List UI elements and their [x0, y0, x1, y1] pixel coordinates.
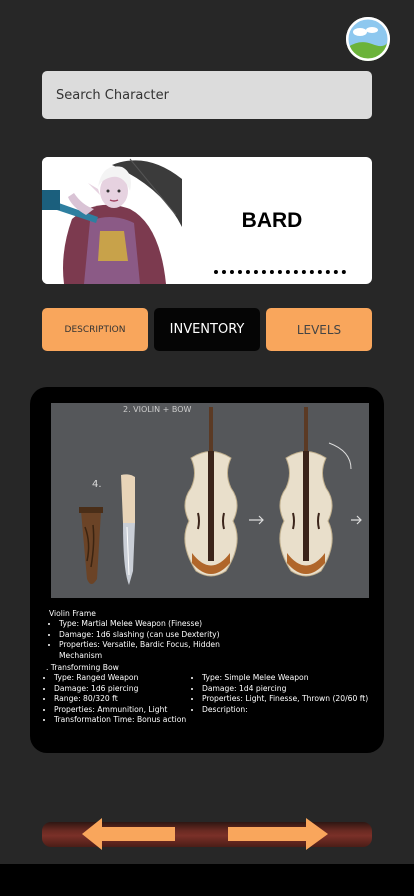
list-item: Damage: 1d4 piercing — [202, 684, 382, 695]
list-item: Type: Ranged Weapon — [54, 673, 194, 684]
arrow-right-icon[interactable] — [228, 815, 328, 853]
concept-number: 4. — [92, 479, 102, 490]
concept-art-drawing — [51, 403, 369, 598]
list-item: Type: Simple Melee Weapon — [202, 673, 382, 684]
list-item: Properties: Light, Finesse, Thrown (20/6… — [202, 694, 382, 705]
weapon-concept-art: 2. VIOLIN + BOW 4. — [51, 403, 369, 598]
dagger-details: Type: Simple Melee Weapon Damage: 1d4 pi… — [192, 673, 382, 715]
inventory-panel: 2. VIOLIN + BOW 4. Violin Frame Type: Ma… — [30, 387, 384, 753]
character-portrait — [42, 157, 182, 284]
list-item: Damage: 1d6 slashing (can use Dexterity) — [59, 630, 249, 641]
violin-title: Violin Frame — [49, 609, 96, 618]
list-item: Type: Martial Melee Weapon (Finesse) — [59, 619, 249, 630]
dotted-divider — [214, 270, 346, 274]
bow-details: Type: Ranged Weapon Damage: 1d6 piercing… — [44, 673, 194, 726]
search-input[interactable] — [42, 71, 372, 119]
concept-caption: 2. VIOLIN + BOW — [123, 405, 192, 414]
list-item: Description: — [202, 705, 382, 716]
tab-inventory[interactable]: INVENTORY — [154, 308, 260, 351]
character-class-title: BARD — [241, 209, 303, 232]
character-card[interactable]: BARD — [42, 157, 372, 284]
violin-details: Type: Martial Melee Weapon (Finesse) Dam… — [49, 619, 249, 661]
list-item: Properties: Versatile, Bardic Focus, Hid… — [59, 640, 249, 661]
bow-title: . Transforming Bow — [46, 663, 119, 672]
list-item: Range: 80/320 ft — [54, 694, 194, 705]
list-item: Properties: Ammunition, Light — [54, 705, 194, 716]
tab-levels[interactable]: LEVELS — [266, 308, 372, 351]
tab-description[interactable]: DESCRIPTION — [42, 308, 148, 351]
landscape-icon — [346, 17, 390, 61]
bottom-bar — [0, 864, 414, 896]
list-item: Damage: 1d6 piercing — [54, 684, 194, 695]
list-item: Transformation Time: Bonus action — [54, 715, 194, 726]
arrow-left-icon[interactable] — [82, 815, 182, 853]
pagination-bar — [42, 818, 372, 850]
profile-avatar[interactable] — [346, 17, 390, 61]
